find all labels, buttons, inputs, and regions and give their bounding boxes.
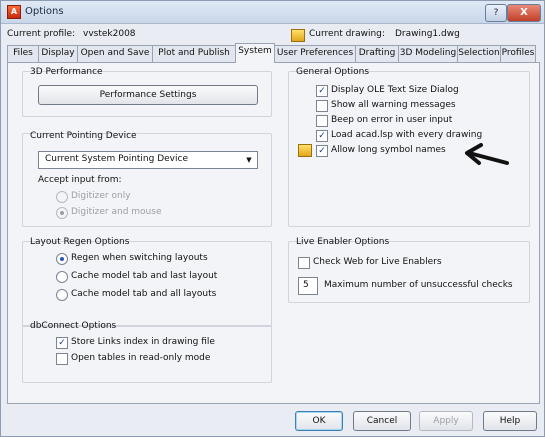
apply-button[interactable]: Apply [419, 411, 473, 431]
check-web-label: Check Web for Live Enablers [313, 257, 442, 267]
pointing-device-select[interactable]: Current System Pointing Device ▼ [38, 151, 258, 169]
show-warnings-checkbox[interactable] [316, 100, 328, 112]
current-profile-value: vvstek2008 [83, 29, 136, 39]
regen-switching-radio[interactable] [56, 253, 68, 265]
layout-regen-group-title: Layout Regen Options [30, 237, 130, 247]
digitizer-only-radio[interactable] [56, 191, 68, 203]
show-warnings-label: Show all warning messages [331, 100, 456, 110]
load-acad-lsp-checkbox[interactable]: ✓ [316, 130, 328, 142]
check-web-checkbox[interactable] [298, 257, 310, 269]
tab-selection[interactable]: Selection [457, 45, 501, 62]
regen-switching-label: Regen when switching layouts [71, 253, 208, 263]
digitizer-and-mouse-radio[interactable] [56, 207, 68, 219]
close-button[interactable]: X [507, 4, 541, 22]
help-title-button[interactable]: ? [485, 4, 507, 22]
current-profile-label: Current profile: [7, 29, 76, 39]
display-ole-checkbox[interactable]: ✓ [316, 85, 328, 97]
performance-group-title: 3D Performance [30, 67, 103, 77]
tab-system[interactable]: System [235, 43, 275, 63]
tab-user-preferences[interactable]: User Preferences [274, 45, 356, 62]
help-button[interactable]: Help [483, 411, 537, 431]
digitizer-and-mouse-label: Digitizer and mouse [71, 207, 162, 217]
current-drawing-label: Current drawing: [309, 29, 385, 39]
max-checks-label: Maximum number of unsuccessful checks [324, 280, 513, 290]
tab-files[interactable]: Files [7, 45, 39, 62]
display-ole-label: Display OLE Text Size Dialog [331, 85, 459, 95]
max-checks-value: 5 [303, 280, 309, 290]
cache-all-layouts-radio[interactable] [56, 289, 68, 301]
pointing-device-group-title: Current Pointing Device [30, 131, 137, 141]
performance-settings-button[interactable]: Performance Settings [38, 85, 258, 105]
system-tab-panel: 3D Performance Performance Settings Curr… [7, 62, 540, 404]
general-options-group-title: General Options [296, 67, 370, 77]
tab-drafting[interactable]: Drafting [355, 45, 399, 62]
accept-input-label: Accept input from: [38, 175, 122, 185]
chevron-down-icon[interactable]: ▼ [241, 152, 257, 168]
cancel-button[interactable]: Cancel [353, 411, 411, 431]
live-enabler-group [288, 241, 530, 303]
tab-3d-modeling[interactable]: 3D Modeling [398, 45, 458, 62]
cache-last-layout-radio[interactable] [56, 271, 68, 283]
load-acad-lsp-label: Load acad.lsp with every drawing [331, 130, 483, 140]
drawing-setting-icon [298, 144, 312, 157]
tab-profiles[interactable]: Profiles [500, 45, 536, 62]
beep-on-error-checkbox[interactable] [316, 115, 328, 127]
dbconnect-group-title: dbConnect Options [30, 321, 117, 331]
live-enabler-group-title: Live Enabler Options [296, 237, 390, 247]
autocad-app-icon: A [7, 5, 21, 19]
store-links-checkbox[interactable]: ✓ [56, 337, 68, 349]
drawing-icon [291, 29, 305, 42]
max-checks-input[interactable]: 5 [298, 277, 318, 295]
ok-button[interactable]: OK [295, 411, 343, 431]
open-tables-readonly-checkbox[interactable] [56, 353, 68, 365]
window-title: Options [25, 6, 64, 17]
store-links-label: Store Links index in drawing file [71, 337, 215, 347]
tab-display[interactable]: Display [38, 45, 78, 62]
profile-row: Current profile: vvstek2008 Current draw… [1, 27, 544, 43]
cache-all-layouts-label: Cache model tab and all layouts [71, 289, 217, 299]
tab-plot-and-publish[interactable]: Plot and Publish [152, 45, 236, 62]
current-drawing-value: Drawing1.dwg [395, 29, 460, 39]
cache-last-layout-label: Cache model tab and last layout [71, 271, 218, 281]
options-dialog: A Options ? X Current profile: vvstek200… [0, 0, 545, 437]
pointing-device-value: Current System Pointing Device [45, 154, 188, 164]
tab-open-and-save[interactable]: Open and Save [77, 45, 153, 62]
annotation-arrow-icon [465, 143, 509, 165]
digitizer-only-label: Digitizer only [71, 191, 131, 201]
long-symbol-names-label: Allow long symbol names [331, 145, 446, 155]
long-symbol-names-checkbox[interactable]: ✓ [316, 145, 328, 157]
beep-on-error-label: Beep on error in user input [331, 115, 453, 125]
title-bar[interactable]: A Options ? X [1, 1, 544, 24]
open-tables-readonly-label: Open tables in read-only mode [71, 353, 211, 363]
